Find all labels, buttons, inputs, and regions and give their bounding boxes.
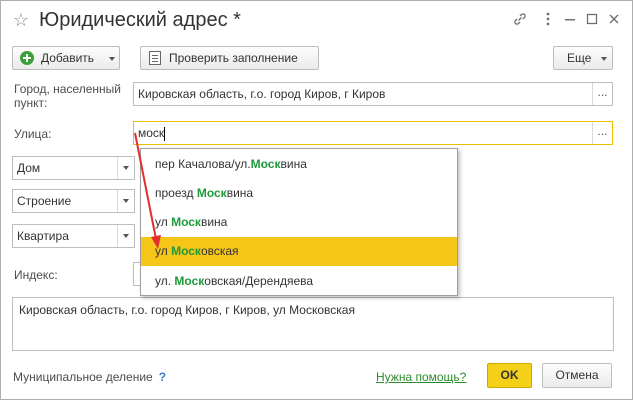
check-filling-button[interactable]: Проверить заполнение <box>140 46 319 70</box>
help-link[interactable]: Нужна помощь? <box>376 370 466 384</box>
suggestion-item[interactable]: ул Москвина <box>141 208 457 237</box>
ok-button[interactable]: OK <box>487 363 532 388</box>
title-bar: ☆ Юридический адрес * <box>1 1 632 41</box>
more-icon[interactable] <box>539 11 557 29</box>
apartment-type-select[interactable]: Квартира <box>12 224 135 248</box>
chevron-down-icon <box>109 57 115 61</box>
building-type-select[interactable]: Строение <box>12 189 135 213</box>
star-icon[interactable]: ☆ <box>11 10 31 30</box>
chevron-down-icon[interactable] <box>117 190 134 212</box>
add-button[interactable]: Добавить <box>12 46 120 70</box>
chevron-down-icon[interactable] <box>117 157 134 179</box>
text-cursor <box>164 126 166 141</box>
cancel-button[interactable]: Отмена <box>542 363 612 388</box>
municipal-division-label: Муниципальное деление? <box>13 370 167 384</box>
street-input[interactable]: моск ... <box>133 121 613 145</box>
index-label: Индекс: <box>14 268 58 282</box>
link-icon[interactable] <box>511 11 529 29</box>
address-dialog: ☆ Юридический адрес * Добавить Проверить… <box>0 0 633 400</box>
close-icon[interactable] <box>605 11 623 29</box>
city-label-line1: Город, населенный <box>14 82 121 96</box>
add-icon <box>20 51 34 65</box>
document-icon <box>149 51 161 65</box>
more-actions-button[interactable]: Еще <box>553 46 613 70</box>
suggestion-item[interactable]: пер Качалова/ул.Москвина <box>141 150 457 179</box>
full-address-textarea[interactable]: Кировская область, г.о. город Киров, г К… <box>12 297 614 351</box>
suggestion-item[interactable]: ул. Московская/Дерендяева <box>141 267 457 296</box>
minimize-icon[interactable] <box>561 11 579 29</box>
street-suggestion-dropdown: пер Качалова/ул.Москвина проезд Москвина… <box>140 148 458 296</box>
chevron-down-icon <box>601 57 607 61</box>
city-label-line2: пункт: <box>14 96 48 110</box>
house-type-select[interactable]: Дом <box>12 156 135 180</box>
maximize-icon[interactable] <box>583 11 601 29</box>
help-question-icon[interactable]: ? <box>159 370 166 384</box>
chevron-down-icon[interactable] <box>117 225 134 247</box>
street-label: Улица: <box>14 127 52 141</box>
suggestion-item-selected[interactable]: ул Московская <box>141 237 457 266</box>
suggestion-item[interactable]: проезд Москвина <box>141 179 457 208</box>
window-title: Юридический адрес * <box>39 9 241 31</box>
street-select-button[interactable]: ... <box>592 122 612 144</box>
city-select-button[interactable]: ... <box>592 83 612 105</box>
city-field[interactable]: Кировская область, г.о. город Киров, г К… <box>133 82 613 106</box>
